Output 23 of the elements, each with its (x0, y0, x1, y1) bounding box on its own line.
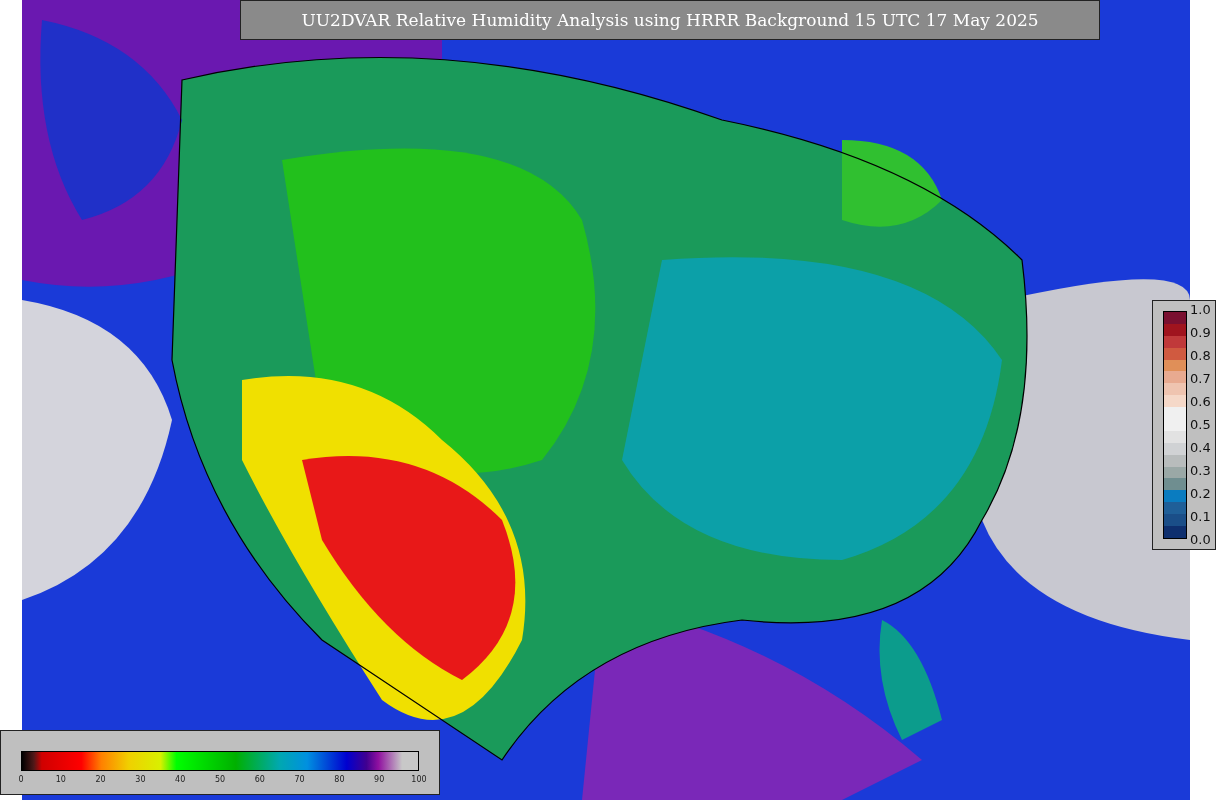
tick-label: 40 (175, 775, 186, 784)
tick-label: 0.8 (1190, 348, 1211, 364)
tick-label: 20 (95, 775, 106, 784)
tick-label: 0.3 (1190, 463, 1211, 479)
tick-label: 0.9 (1190, 325, 1211, 341)
tick-label: 0.4 (1190, 440, 1211, 456)
tick-label: 0.0 (1190, 532, 1211, 548)
map-title: UU2DVAR Relative Humidity Analysis using HRRR Background 15 UTC 17 May 2025 (240, 0, 1100, 40)
tick-label: 70 (294, 775, 305, 784)
tick-label: 0.5 (1190, 417, 1211, 433)
tick-label: 10 (55, 775, 66, 784)
tick-label: 0.1 (1190, 509, 1211, 525)
tick-label: 0.2 (1190, 486, 1211, 502)
tick-label: 90 (374, 775, 385, 784)
tick-label: 1.0 (1190, 302, 1211, 318)
tick-label: 60 (254, 775, 265, 784)
tick-label: 0.6 (1190, 394, 1211, 410)
tick-label: 80 (334, 775, 345, 784)
tick-label: 30 (135, 775, 146, 784)
tick-label: 0.7 (1190, 371, 1211, 387)
tick-label: 50 (214, 775, 226, 784)
tick-label: 100 (411, 775, 427, 784)
tick-label: 0 (18, 775, 24, 784)
